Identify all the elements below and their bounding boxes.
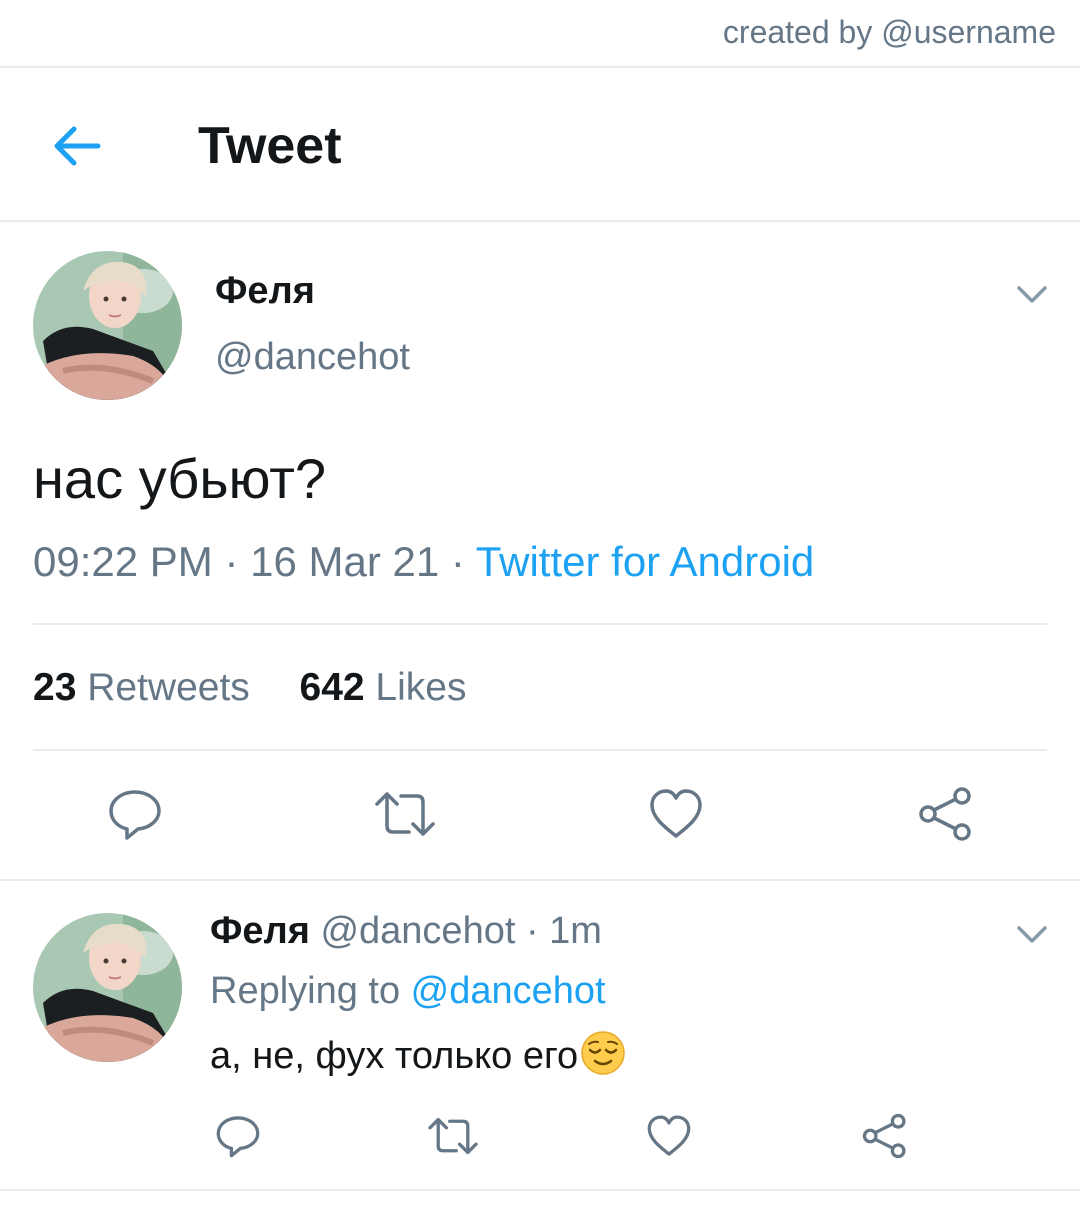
replying-to-link[interactable]: @dancehot <box>411 970 606 1012</box>
likes-stat[interactable]: 642 Likes <box>300 666 467 709</box>
tweet-text: нас убьют? <box>33 447 327 510</box>
like-button[interactable] <box>648 786 704 842</box>
tweet-date: 16 Mar 21 <box>250 538 440 585</box>
arrow-left-icon <box>54 126 101 166</box>
share-icon <box>919 787 971 841</box>
separator: · <box>212 538 251 585</box>
separator: · <box>439 538 476 585</box>
page-title: Tweet <box>198 117 342 175</box>
author-handle[interactable]: @dancehot <box>215 336 410 379</box>
retweet-icon <box>428 1117 478 1155</box>
avatar[interactable] <box>33 913 182 1062</box>
tweet-age: 1m <box>549 910 602 952</box>
divider <box>0 1189 1080 1191</box>
divider <box>0 66 1080 68</box>
divider <box>33 749 1047 751</box>
tweet-menu-button[interactable] <box>1014 276 1050 312</box>
share-button[interactable] <box>918 786 974 842</box>
relieved-face-emoji <box>580 1030 626 1086</box>
divider <box>33 623 1047 625</box>
watermark-text: created by @username <box>722 14 1056 50</box>
retweet-icon <box>375 792 435 836</box>
likes-label: Likes <box>375 666 467 709</box>
retweet-button[interactable] <box>426 1113 480 1159</box>
tweet-meta: 09:22 PM · 16 Mar 21 · Twitter for Andro… <box>33 538 814 586</box>
reply-text-row: а, не, фух только его <box>210 1030 626 1086</box>
reply-text: а, не, фух только его <box>210 1035 579 1077</box>
retweet-button[interactable] <box>373 786 437 842</box>
retweets-label: Retweets <box>87 666 250 709</box>
divider <box>0 879 1080 881</box>
comment-icon <box>109 790 161 840</box>
author-handle[interactable]: @dancehot <box>320 910 515 952</box>
tweet-stats: 23 Retweets 642 Likes <box>33 666 466 710</box>
divider <box>0 220 1080 222</box>
share-button[interactable] <box>862 1113 908 1159</box>
avatar[interactable] <box>33 251 182 400</box>
back-button[interactable] <box>50 118 106 174</box>
separator: · <box>515 910 550 952</box>
chevron-down-icon <box>1017 926 1047 943</box>
retweets-stat[interactable]: 23 Retweets <box>33 666 250 709</box>
reply-button[interactable] <box>107 786 163 842</box>
like-button[interactable] <box>646 1113 692 1159</box>
likes-count: 642 <box>299 666 365 709</box>
reply-header: Феля @dancehot · 1m <box>210 910 602 953</box>
reply-button[interactable] <box>215 1113 261 1159</box>
author-name[interactable]: Феля <box>210 910 310 952</box>
share-icon <box>862 1113 906 1159</box>
reply-menu-button[interactable] <box>1014 916 1050 952</box>
heart-icon <box>647 1115 691 1156</box>
tweet-source-link[interactable]: Twitter for Android <box>476 538 814 585</box>
tweet-time: 09:22 PM <box>33 538 213 585</box>
author-name[interactable]: Феля <box>215 270 315 313</box>
retweets-count: 23 <box>33 666 77 709</box>
replying-prefix: Replying to <box>210 970 411 1012</box>
comment-icon <box>216 1116 260 1158</box>
heart-icon <box>650 789 702 838</box>
chevron-down-icon <box>1017 286 1047 303</box>
replying-to: Replying to @dancehot <box>210 970 606 1013</box>
